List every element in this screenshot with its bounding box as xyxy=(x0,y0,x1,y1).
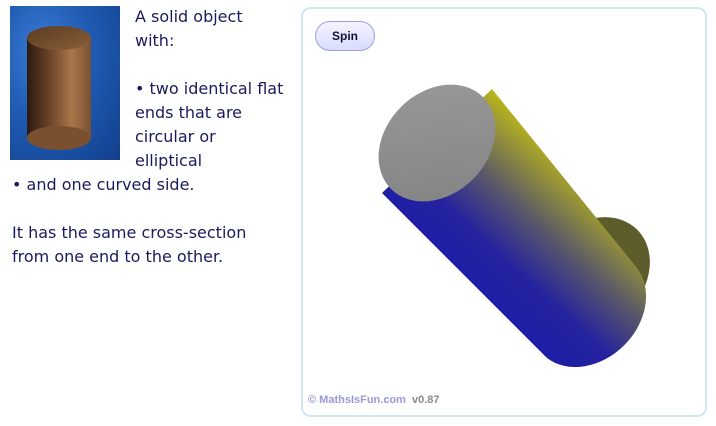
feature-line-5: • and one curved side. xyxy=(12,175,195,194)
cylinder-photo-icon xyxy=(27,26,91,150)
feature-line-2: ends that are xyxy=(135,103,243,122)
summary-line-2: from one end to the other. xyxy=(12,247,224,266)
panel-footer: © MathsIsFun.com v0.87 xyxy=(308,394,439,406)
cylinder-3d-view[interactable] xyxy=(303,9,705,415)
summary-line-1: It has the same cross-section xyxy=(12,223,247,242)
version-label: v0.87 xyxy=(411,394,440,406)
feature-line-3: circular or xyxy=(135,127,216,146)
feature-line-4: elliptical xyxy=(135,151,203,170)
intro-line-1: A solid object xyxy=(135,7,243,26)
cylinder-photo xyxy=(10,6,120,160)
feature-line-1: • two identical flat xyxy=(135,79,284,98)
description-top: A solid object with: • two identical fla… xyxy=(135,5,295,173)
cylinder-viewer-panel[interactable]: Spin © MathsIsFun.com v0.87 xyxy=(301,7,707,417)
credit-link[interactable]: © MathsIsFun.com xyxy=(308,394,406,406)
intro-line-2: with: xyxy=(135,31,175,50)
description-bottom: • and one curved side. It has the same c… xyxy=(12,173,297,269)
